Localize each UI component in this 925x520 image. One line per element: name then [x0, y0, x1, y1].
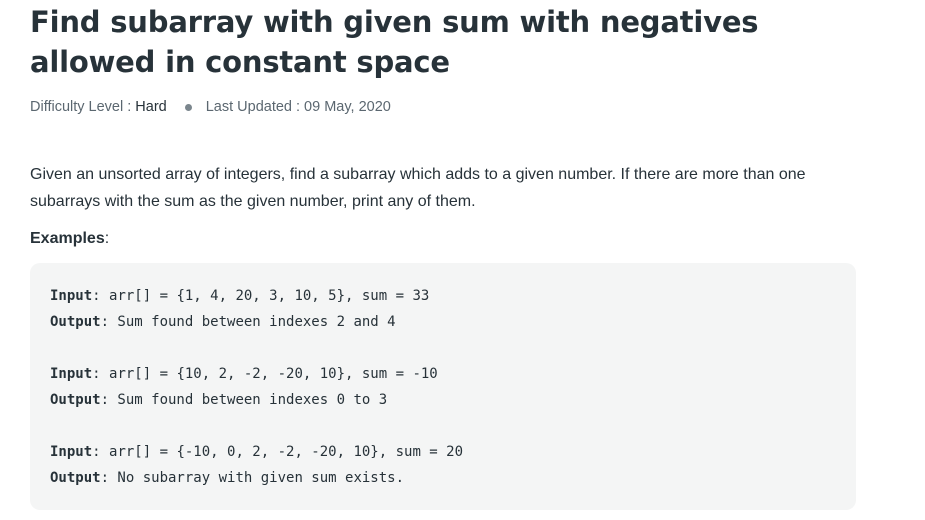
- difficulty-label: Difficulty Level :: [30, 99, 132, 115]
- examples-heading-colon: :: [104, 230, 110, 247]
- separator-dot-icon: [184, 103, 192, 111]
- article-title: Find subarray with given sum with negati…: [30, 5, 759, 79]
- example-output-line: Output: Sum found between indexes 0 to 3: [50, 387, 836, 413]
- example-input-line: Input: arr[] = {10, 2, -2, -20, 10}, sum…: [50, 361, 836, 387]
- input-value: : arr[] = {1, 4, 20, 3, 10, 5}, sum = 33: [92, 288, 430, 304]
- examples-heading: Examples:: [30, 227, 856, 251]
- input-value: : arr[] = {-10, 0, 2, -2, -20, 10}, sum …: [92, 444, 464, 460]
- input-label: Input: [50, 366, 93, 382]
- example-block: Input: arr[] = {-10, 0, 2, -2, -20, 10},…: [50, 439, 836, 491]
- input-label: Input: [50, 288, 93, 304]
- example-output-line: Output: No subarray with given sum exist…: [50, 465, 836, 491]
- updated-label: Last Updated :: [205, 99, 301, 115]
- input-value: : arr[] = {10, 2, -2, -20, 10}, sum = -1…: [92, 366, 438, 382]
- output-label: Output: [50, 392, 101, 408]
- example-block: Input: arr[] = {1, 4, 20, 3, 10, 5}, sum…: [50, 283, 836, 335]
- example-output-line: Output: Sum found between indexes 2 and …: [50, 309, 836, 335]
- intro-paragraph: Given an unsorted array of integers, fin…: [30, 166, 806, 210]
- output-value: : Sum found between indexes 0 to 3: [100, 392, 388, 408]
- example-block: Input: arr[] = {10, 2, -2, -20, 10}, sum…: [50, 361, 836, 413]
- difficulty-value[interactable]: Hard: [135, 99, 166, 115]
- examples-code-block: Input: arr[] = {1, 4, 20, 3, 10, 5}, sum…: [30, 263, 856, 510]
- example-input-line: Input: arr[] = {1, 4, 20, 3, 10, 5}, sum…: [50, 283, 836, 309]
- output-value: : Sum found between indexes 2 and 4: [100, 314, 396, 330]
- output-label: Output: [50, 314, 101, 330]
- input-label: Input: [50, 444, 93, 460]
- output-label: Output: [50, 470, 101, 486]
- example-input-line: Input: arr[] = {-10, 0, 2, -2, -20, 10},…: [50, 439, 836, 465]
- article: Find subarray with given sum with negati…: [30, 0, 856, 510]
- updated-date: 09 May, 2020: [304, 99, 391, 115]
- article-meta: Difficulty Level : Hard Last Updated : 0…: [30, 96, 856, 118]
- examples-heading-text: Examples: [30, 230, 105, 247]
- output-value: : No subarray with given sum exists.: [100, 470, 405, 486]
